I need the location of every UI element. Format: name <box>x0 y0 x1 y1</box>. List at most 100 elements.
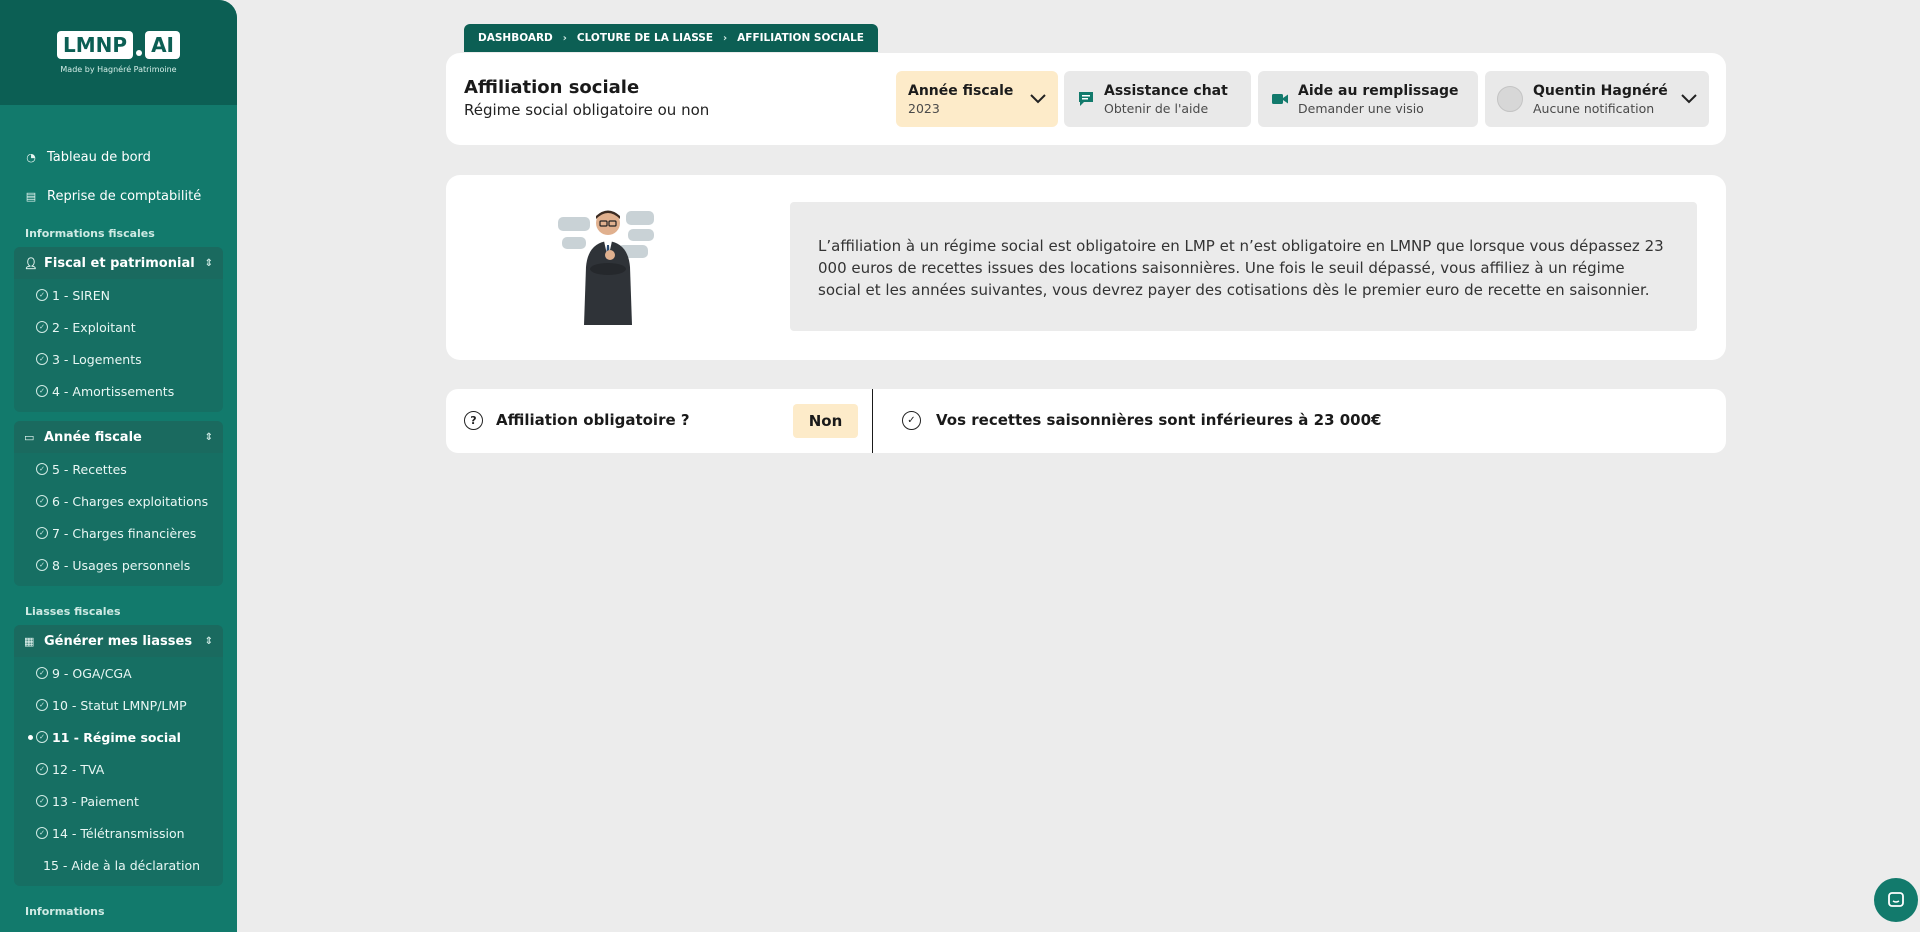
info-text: L’affiliation à un régime social est obl… <box>790 202 1697 331</box>
sidebar-item-label: 6 - Charges exploitations <box>52 493 209 509</box>
chevron-updown-icon: ⇕ <box>204 431 213 443</box>
fiscal-year-select[interactable]: Année fiscale 2023 <box>896 71 1058 127</box>
user-icon: 👤︎ <box>24 256 38 270</box>
logo-ai: AI <box>145 31 180 59</box>
check-circle-icon: ✓ <box>36 463 48 475</box>
sidebar-item-label: 15 - Aide à la déclaration <box>43 857 201 873</box>
user-menu[interactable]: Quentin Hagnéré Aucune notification <box>1485 71 1709 127</box>
chat-bubble-icon <box>1888 892 1904 907</box>
section-title-liasses-fiscales: Liasses fiscales <box>25 605 121 618</box>
sidebar-item-label: 7 - Charges financières <box>52 525 197 541</box>
group-label: Année fiscale <box>44 429 142 445</box>
breadcrumb: DASHBOARD › CLOTURE DE LA LIASSE › AFFIL… <box>464 24 878 52</box>
sidebar-item-paiement[interactable]: ✓ 13 - Paiement <box>14 785 223 817</box>
sidebar-item-charges-exploitations[interactable]: ✓ 6 - Charges exploitations <box>14 485 223 517</box>
video-camera-icon <box>1272 94 1288 104</box>
dashboard-icon: ◔ <box>26 151 36 164</box>
chat-icon <box>1079 92 1093 106</box>
sidebar-nav: ◔ Tableau de bord ▤ Reprise de comptabil… <box>0 105 237 922</box>
group-generer-liasses: ▦ Générer mes liasses ⇕ ✓ 9 - OGA/CGA ✓ 10… <box>14 625 223 886</box>
check-circle-icon: ✓ <box>36 495 48 507</box>
check-circle-icon: ✓ <box>36 699 48 711</box>
group-toggle-annee-fiscale[interactable]: ▭ Année fiscale ⇕ <box>14 421 223 453</box>
check-circle-icon: ✓ <box>902 411 921 430</box>
affiliation-question: Affiliation obligatoire ? <box>496 411 690 429</box>
group-toggle-fiscal-patrimonial[interactable]: 👤︎ Fiscal et patrimonial ⇕ <box>14 247 223 279</box>
sidebar-item-reprise-comptabilite[interactable]: ▤ Reprise de comptabilité <box>0 177 237 216</box>
sidebar-item-label: 14 - Télétransmission <box>52 825 185 841</box>
fiscal-year-value: 2023 <box>908 100 940 116</box>
divider <box>872 389 873 453</box>
sidebar-item-exploitant[interactable]: ✓ 2 - Exploitant <box>14 311 223 343</box>
chat-assistance-sub: Obtenir de l'aide <box>1104 100 1209 116</box>
sidebar-item-siren[interactable]: ✓ 1 - SIREN <box>14 279 223 311</box>
sidebar-item-label: Tableau de bord <box>47 150 151 165</box>
document-icon: ▦ <box>24 634 35 648</box>
check-circle-icon: ✓ <box>36 731 48 743</box>
group-annee-fiscale: ▭ Année fiscale ⇕ ✓ 5 - Recettes ✓ 6 - Cha… <box>14 421 223 586</box>
affiliation-message: Vos recettes saisonnières sont inférieur… <box>936 411 1382 429</box>
chat-assistance-label: Assistance chat <box>1104 82 1228 99</box>
user-notifications: Aucune notification <box>1533 100 1655 116</box>
logo-dot <box>136 50 143 56</box>
sidebar-item-usages-personnels[interactable]: ✓ 8 - Usages personnels <box>14 549 223 581</box>
sidebar-item-oga-cga[interactable]: ✓ 9 - OGA/CGA <box>14 657 223 689</box>
sidebar-item-tableau-de-bord[interactable]: ◔ Tableau de bord <box>0 138 237 177</box>
group-toggle-generer-liasses[interactable]: ▦ Générer mes liasses ⇕ <box>14 625 223 657</box>
group-label: Fiscal et patrimonial <box>44 255 195 271</box>
check-circle-icon: ✓ <box>36 385 48 397</box>
calendar-icon: ▭ <box>24 430 35 444</box>
chat-launcher-button[interactable] <box>1874 878 1918 922</box>
sidebar-item-statut[interactable]: ✓ 10 - Statut LMNP/LMP <box>14 689 223 721</box>
help-visio-button[interactable]: Aide au remplissage Demander une visio <box>1258 71 1478 127</box>
check-circle-icon: ✓ <box>36 763 48 775</box>
chat-assistance-button[interactable]: Assistance chat Obtenir de l'aide <box>1064 71 1251 127</box>
sidebar-item-label: 3 - Logements <box>52 351 142 367</box>
active-bullet <box>28 734 33 740</box>
sidebar-item-label: 12 - TVA <box>52 761 105 777</box>
archive-icon: ▤ <box>25 190 37 203</box>
chevron-down-icon <box>1030 94 1046 104</box>
sidebar-item-charges-financieres[interactable]: ✓ 7 - Charges financières <box>14 517 223 549</box>
sidebar: LMNP AI Made by Hagnéré Patrimoine ◔ Tab… <box>0 0 237 932</box>
group-fiscal-patrimonial: 👤︎ Fiscal et patrimonial ⇕ ✓ 1 - SIREN ✓ 2… <box>14 247 223 412</box>
breadcrumb-dashboard[interactable]: DASHBOARD <box>478 32 553 44</box>
help-visio-label: Aide au remplissage <box>1298 82 1459 99</box>
avatar <box>1497 86 1523 112</box>
check-circle-icon: ✓ <box>36 559 48 571</box>
sidebar-item-logements[interactable]: ✓ 3 - Logements <box>14 343 223 375</box>
sidebar-item-regime-social[interactable]: ✓ 11 - Régime social <box>14 721 223 753</box>
logo-tagline: Made by Hagnéré Patrimoine <box>60 65 177 74</box>
check-circle-icon: ✓ <box>36 667 48 679</box>
sidebar-item-label: 2 - Exploitant <box>52 319 136 335</box>
sidebar-item-amortissements[interactable]: ✓ 4 - Amortissements <box>14 375 223 407</box>
check-circle-icon: ✓ <box>36 527 48 539</box>
chevron-updown-icon: ⇕ <box>204 635 213 647</box>
sidebar-item-tva[interactable]: ✓ 12 - TVA <box>14 753 223 785</box>
chevron-right-icon: › <box>723 32 728 44</box>
check-circle-icon: ✓ <box>36 289 48 301</box>
group-label: Générer mes liasses <box>44 633 193 649</box>
sidebar-item-label: 13 - Paiement <box>52 793 139 809</box>
breadcrumb-affiliation: AFFILIATION SOCIALE <box>737 32 864 44</box>
logo[interactable]: LMNP AI Made by Hagnéré Patrimoine <box>0 0 237 105</box>
page-title: Affiliation sociale <box>464 77 640 98</box>
question-circle-icon: ? <box>464 411 483 430</box>
help-visio-sub: Demander une visio <box>1298 100 1424 116</box>
page-subtitle: Régime social obligatoire ou non <box>464 101 710 119</box>
affiliation-result: ? Affiliation obligatoire ? Non ✓ Vos re… <box>446 389 1726 453</box>
sidebar-item-recettes[interactable]: ✓ 5 - Recettes <box>14 453 223 485</box>
chevron-updown-icon: ⇕ <box>204 257 213 269</box>
check-circle-icon: ✓ <box>36 353 48 365</box>
fiscal-year-label: Année fiscale <box>908 82 1014 99</box>
breadcrumb-cloture[interactable]: CLOTURE DE LA LIASSE <box>577 32 713 44</box>
info-card: L’affiliation à un régime social est obl… <box>446 175 1726 360</box>
sidebar-item-aide-declaration[interactable]: 15 - Aide à la déclaration <box>14 849 223 881</box>
chevron-down-icon <box>1681 94 1697 104</box>
sidebar-item-teletransmission[interactable]: ✓ 14 - Télétransmission <box>14 817 223 849</box>
check-circle-icon: ✓ <box>36 795 48 807</box>
sidebar-item-label: 5 - Recettes <box>52 461 127 477</box>
page-header: Affiliation sociale Régime social obliga… <box>446 53 1726 145</box>
user-name: Quentin Hagnéré <box>1533 82 1668 99</box>
thinking-man-illustration <box>558 210 654 325</box>
